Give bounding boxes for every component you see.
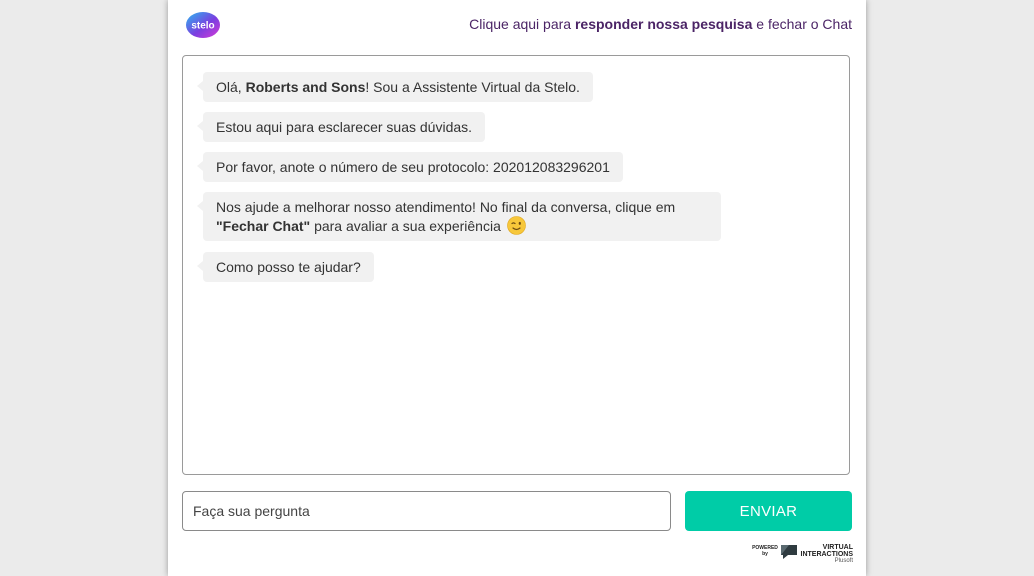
chat-panel: stelo Clique aqui para responder nossa p… xyxy=(168,0,866,576)
brand-text: VIRTUAL INTERACTIONS Plusoft xyxy=(800,544,854,565)
message-text: para avaliar a sua experiência xyxy=(310,218,501,234)
survey-prefix: Clique aqui para xyxy=(469,16,575,32)
question-input[interactable] xyxy=(182,491,671,531)
powered-by-text: POWERED by xyxy=(752,545,778,557)
bot-message: Estou aqui para esclarecer suas dúvidas. xyxy=(196,112,486,142)
message-text: ! Sou a Assistente Virtual da Stelo. xyxy=(365,79,580,95)
stelo-logo-icon: stelo xyxy=(186,12,220,38)
bot-message: Olá, Roberts and Sons! Sou a Assistente … xyxy=(197,72,593,102)
message-text: Por favor, anote o número de seu protoco… xyxy=(216,159,610,175)
message-bold: "Fechar Chat" xyxy=(216,218,311,234)
bot-message: Por favor, anote o número de seu protoco… xyxy=(197,152,623,182)
message-text: Olá, xyxy=(216,79,246,95)
survey-link[interactable]: Clique aqui para responder nossa pesquis… xyxy=(469,16,852,32)
brand-line: INTERACTIONS xyxy=(800,551,854,558)
winking-face-icon xyxy=(506,216,526,235)
survey-suffix: e fechar o Chat xyxy=(752,16,852,32)
message-bold: Roberts and Sons xyxy=(245,79,366,95)
virtual-interactions-logo-icon xyxy=(781,545,797,559)
send-button[interactable]: ENVIAR xyxy=(685,491,852,531)
message-text: Nos ajude a melhorar nosso atendimento! … xyxy=(216,199,676,215)
survey-link-text[interactable]: responder nossa pesquisa xyxy=(575,16,752,32)
brand-line: VIRTUAL xyxy=(822,544,853,551)
bot-message: Como posso te ajudar? xyxy=(197,252,374,282)
stelo-logo: stelo xyxy=(184,10,222,40)
chat-history[interactable]: Olá, Roberts and Sons! Sou a Assistente … xyxy=(182,55,850,475)
powered-by-badge: POWERED by VIRTUAL INTERACTIONS Plusoft xyxy=(751,543,855,567)
brand-line: Plusoft xyxy=(834,558,853,564)
message-text: Estou aqui para esclarecer suas dúvidas. xyxy=(216,119,473,135)
svg-text:stelo: stelo xyxy=(191,21,214,32)
message-text: Como posso te ajudar? xyxy=(216,259,361,275)
bot-message: Nos ajude a melhorar nosso atendimento! … xyxy=(197,192,721,241)
